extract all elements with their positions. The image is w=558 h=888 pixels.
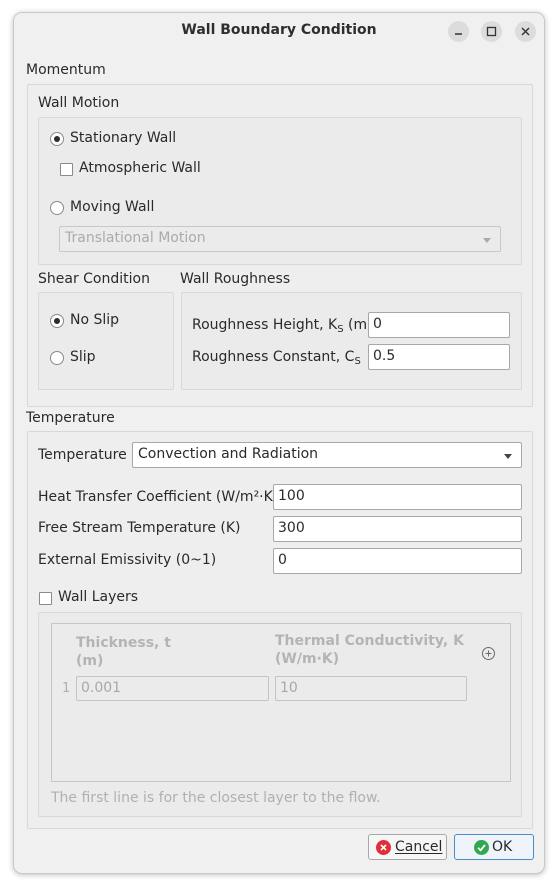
close-icon xyxy=(521,27,530,36)
conductivity-cell[interactable]: 10 xyxy=(275,676,467,701)
wall-layers-group: Thickness, t (m) Thermal Conductivity, K(… xyxy=(38,612,522,817)
close-button[interactable] xyxy=(515,21,536,42)
momentum-group: Wall Motion Stationary Wall Atmospheric … xyxy=(27,84,533,407)
title-bar: Wall Boundary Condition xyxy=(14,13,544,49)
wall-layers-table[interactable]: Thickness, t (m) Thermal Conductivity, K(… xyxy=(51,623,511,782)
thickness-column-header: Thickness, t (m) xyxy=(76,635,171,669)
maximize-button[interactable] xyxy=(481,21,502,42)
wall-motion-group: Stationary Wall Atmospheric Wall Moving … xyxy=(38,117,522,265)
roughness-height-input[interactable]: 0 xyxy=(368,312,510,338)
temperature-group: Temperature Convection and Radiation Hea… xyxy=(27,431,533,829)
wall-roughness-label: Wall Roughness xyxy=(180,271,291,287)
momentum-section-label: Momentum xyxy=(26,62,106,78)
chevron-down-icon xyxy=(483,238,491,243)
stationary-wall-radio[interactable] xyxy=(50,132,64,146)
chevron-down-icon xyxy=(504,454,512,459)
htc-label: Heat Transfer Coefficient (W/m²·K) xyxy=(38,489,279,505)
moving-wall-radio[interactable] xyxy=(50,201,64,215)
emissivity-label: External Emissivity (0~1) xyxy=(38,552,217,568)
motion-type-value: Translational Motion xyxy=(65,230,206,246)
thickness-cell[interactable]: 0.001 xyxy=(76,676,269,701)
ok-label: OK xyxy=(492,839,513,855)
ok-button[interactable]: OK xyxy=(454,834,534,860)
cancel-button[interactable]: Cancel xyxy=(368,834,447,860)
free-stream-label: Free Stream Temperature (K) xyxy=(38,520,241,536)
maximize-icon xyxy=(486,26,497,37)
wall-layers-checkbox[interactable] xyxy=(39,592,52,605)
cancel-label: Cancel xyxy=(395,839,443,855)
stationary-wall-label: Stationary Wall xyxy=(70,130,177,146)
shear-condition-group: No Slip Slip xyxy=(38,292,174,390)
minimize-button[interactable] xyxy=(448,21,469,42)
conductivity-column-header: Thermal Conductivity, K (W/m·K) xyxy=(275,633,464,667)
ok-icon xyxy=(474,840,489,855)
roughness-constant-label: Roughness Constant, CS xyxy=(192,349,361,367)
slip-label: Slip xyxy=(70,349,96,365)
atmospheric-wall-checkbox[interactable] xyxy=(60,163,73,176)
wall-motion-label: Wall Motion xyxy=(38,95,120,111)
roughness-constant-input[interactable]: 0.5 xyxy=(368,344,510,370)
add-row-icon[interactable] xyxy=(481,646,496,661)
minimize-icon xyxy=(455,33,462,35)
wall-layers-label: Wall Layers xyxy=(58,589,139,605)
row-index: 1 xyxy=(62,681,71,696)
temperature-type-select[interactable]: Convection and Radiation xyxy=(132,442,522,468)
atmospheric-wall-label: Atmospheric Wall xyxy=(79,160,201,176)
temperature-type-label: Temperature xyxy=(38,447,127,463)
no-slip-label: No Slip xyxy=(70,312,120,328)
moving-wall-label: Moving Wall xyxy=(70,199,155,215)
temperature-section-label: Temperature xyxy=(26,410,115,426)
emissivity-input[interactable]: 0 xyxy=(273,548,522,574)
no-slip-radio[interactable] xyxy=(50,314,64,328)
wall-roughness-group: Roughness Height, KS (m) 0 Roughness Con… xyxy=(181,292,522,390)
dialog-window: Wall Boundary Condition Momentum Wall Mo… xyxy=(13,12,545,874)
cancel-icon xyxy=(376,840,391,855)
htc-input[interactable]: 100 xyxy=(273,484,522,510)
slip-radio[interactable] xyxy=(50,351,64,365)
free-stream-input[interactable]: 300 xyxy=(273,516,522,542)
wall-layers-note: The first line is for the closest layer … xyxy=(51,790,381,806)
roughness-height-label: Roughness Height, KS (m) xyxy=(192,317,373,335)
shear-condition-label: Shear Condition xyxy=(38,271,150,287)
motion-type-select[interactable]: Translational Motion xyxy=(59,226,501,252)
temperature-type-value: Convection and Radiation xyxy=(138,446,319,462)
